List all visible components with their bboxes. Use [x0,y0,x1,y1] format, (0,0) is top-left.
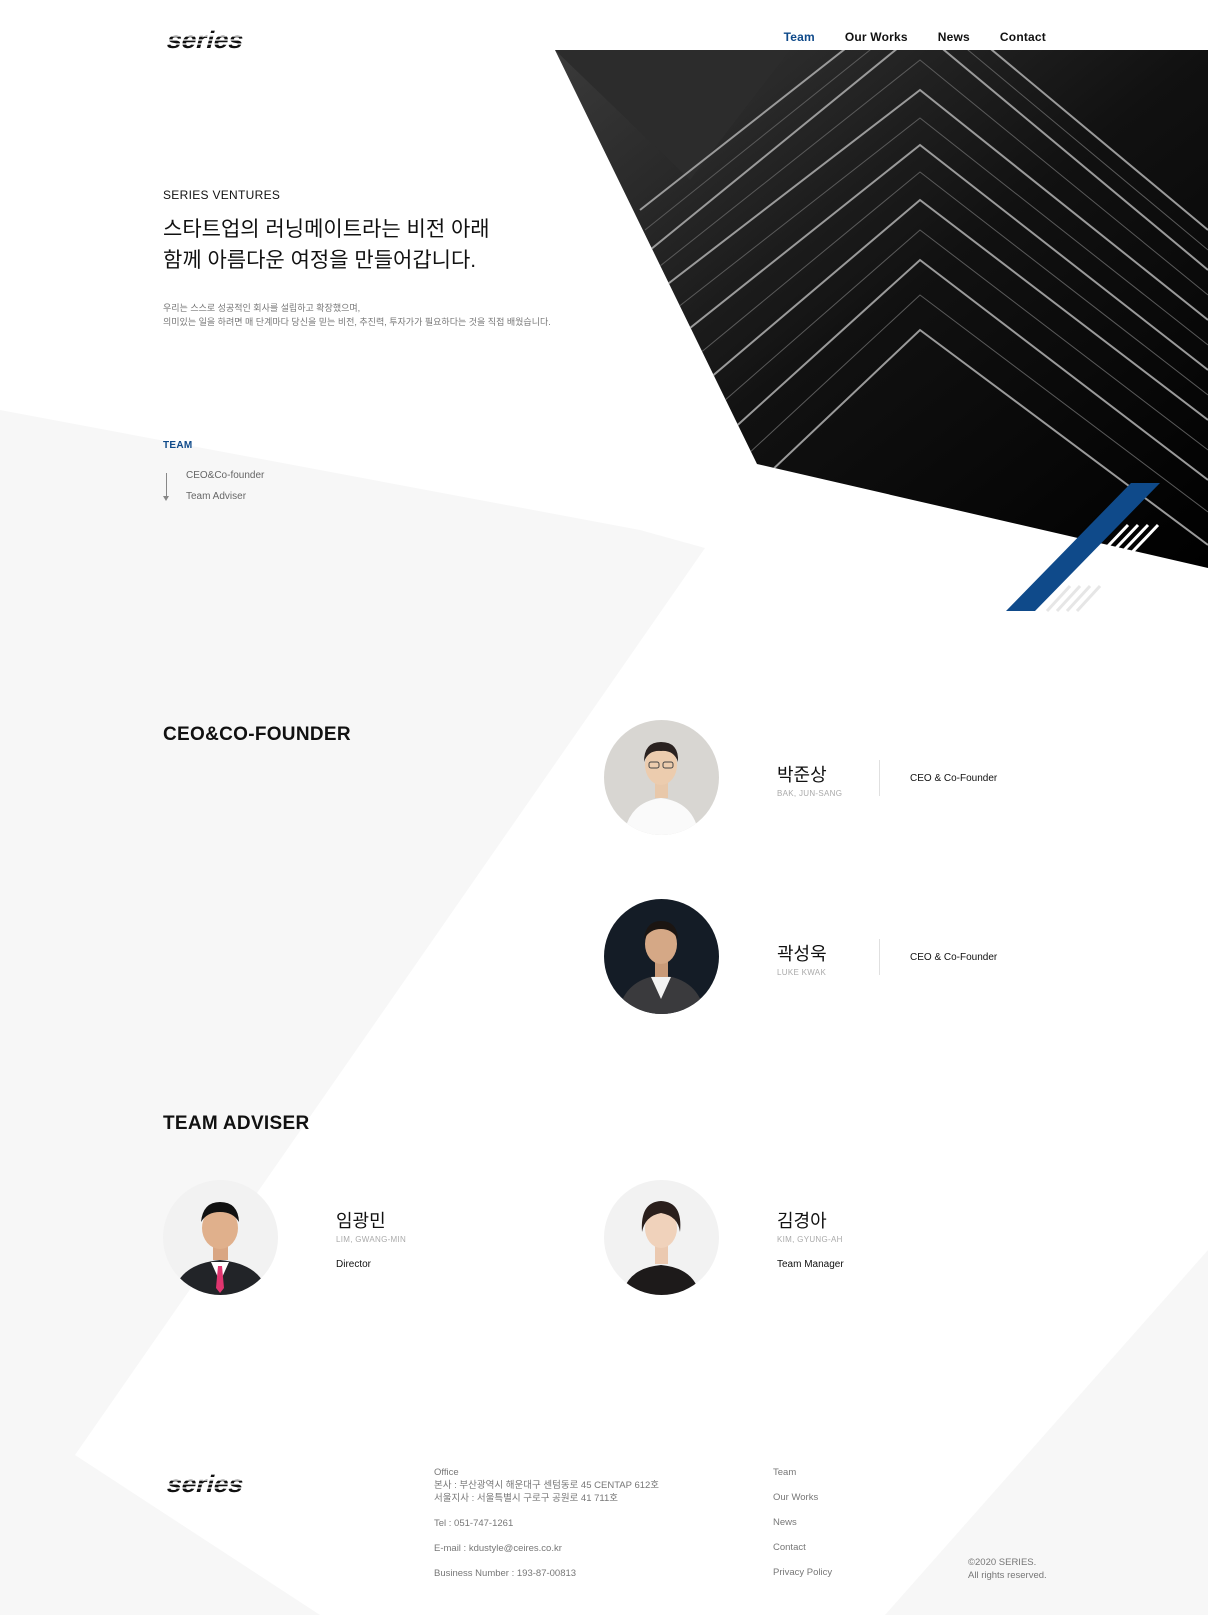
footer-link-news[interactable]: News [773,1516,832,1541]
hero-brand: SERIES VENTURES [163,188,281,202]
series-logo[interactable]: series [163,26,247,54]
nav-news[interactable]: News [938,30,970,44]
avatar [163,1180,278,1295]
member-name: 임광민 [336,1211,386,1231]
member-name-en: BAK, JUN-SANG [777,789,843,798]
copyright-line2: All rights reserved. [968,1570,1047,1581]
footer-logo[interactable]: series [163,1470,247,1498]
divider [879,760,880,796]
avatar [604,1180,719,1295]
team-section-label: TEAM [163,440,193,451]
nav-our-works[interactable]: Our Works [845,30,908,44]
footer-link-privacy[interactable]: Privacy Policy [773,1566,832,1591]
footer-email: E-mail : kdustyle@ceires.co.kr [434,1543,562,1554]
arrow-down-icon [163,496,169,501]
member-role: CEO & Co-Founder [910,773,998,784]
team-link-adviser[interactable]: Team Adviser [186,490,264,511]
hero-title: 스타트업의 러닝메이트라는 비전 아래 함께 아름다운 여정을 만들어갑니다. [163,214,490,276]
member-name: 박준상 [777,765,827,785]
main-nav: Team Our Works News Contact [784,30,1046,44]
office-address-1: 본사 : 부산광역시 해운대구 센텀동로 45 CENTAP 612호 [434,1480,660,1491]
member-role: Team Manager [777,1259,844,1270]
hero-desc-line2: 의미있는 일을 하려면 매 단계마다 당신을 믿는 비전, 추진력, 투자가가 … [163,317,551,327]
team-link-ceo[interactable]: CEO&Co-founder [186,469,264,490]
avatar [604,720,719,835]
adviser-section-title: TEAM ADVISER [163,1113,310,1134]
divider [879,939,880,975]
footer-link-contact[interactable]: Contact [773,1541,832,1566]
hero-title-line2: 함께 아름다운 여정을 만들어갑니다. [163,249,477,272]
copyright-line1: ©2020 SERIES. [968,1557,1037,1568]
member-role: CEO & Co-Founder [910,952,998,963]
ceo-section-title: CEO&CO-FOUNDER [163,724,351,745]
logo-text: series [164,27,247,54]
hero-desc-line1: 우리는 스스로 성공적인 회사를 설립하고 확장했으며, [163,303,361,313]
nav-contact[interactable]: Contact [1000,30,1046,44]
member-role: Director [336,1259,372,1270]
member-name-en: LIM, GWANG-MIN [336,1235,407,1244]
member-name-en: LUKE KWAK [777,968,827,977]
member-name: 곽성욱 [777,944,827,964]
member-name-en: KIM, GYUNG-AH [777,1235,843,1244]
footer-office: Office 본사 : 부산광역시 해운대구 센텀동로 45 CENTAP 61… [434,1466,659,1505]
hero-title-line1: 스타트업의 러닝메이트라는 비전 아래 [163,218,490,241]
footer-link-team[interactable]: Team [773,1466,832,1491]
office-address-2: 서울지사 : 서울특별시 구로구 공원로 41 711호 [434,1493,619,1504]
office-label: Office [434,1467,459,1478]
footer-links: Team Our Works News Contact Privacy Poli… [773,1466,832,1591]
hero-description: 우리는 스스로 성공적인 회사를 설립하고 확장했으며, 의미있는 일을 하려면… [163,301,551,329]
avatar [604,899,719,1014]
member-name: 김경아 [777,1211,827,1231]
team-subnav: CEO&Co-founder Team Adviser [186,469,264,511]
footer-business-number: Business Number : 193-87-00813 [434,1568,577,1579]
nav-team[interactable]: Team [784,30,815,44]
footer-copyright: ©2020 SERIES. All rights reserved. [968,1556,1047,1582]
footer-tel: Tel : 051-747-1261 [434,1518,514,1529]
footer-link-our-works[interactable]: Our Works [773,1491,832,1516]
footer-logo-text: series [164,1471,247,1498]
